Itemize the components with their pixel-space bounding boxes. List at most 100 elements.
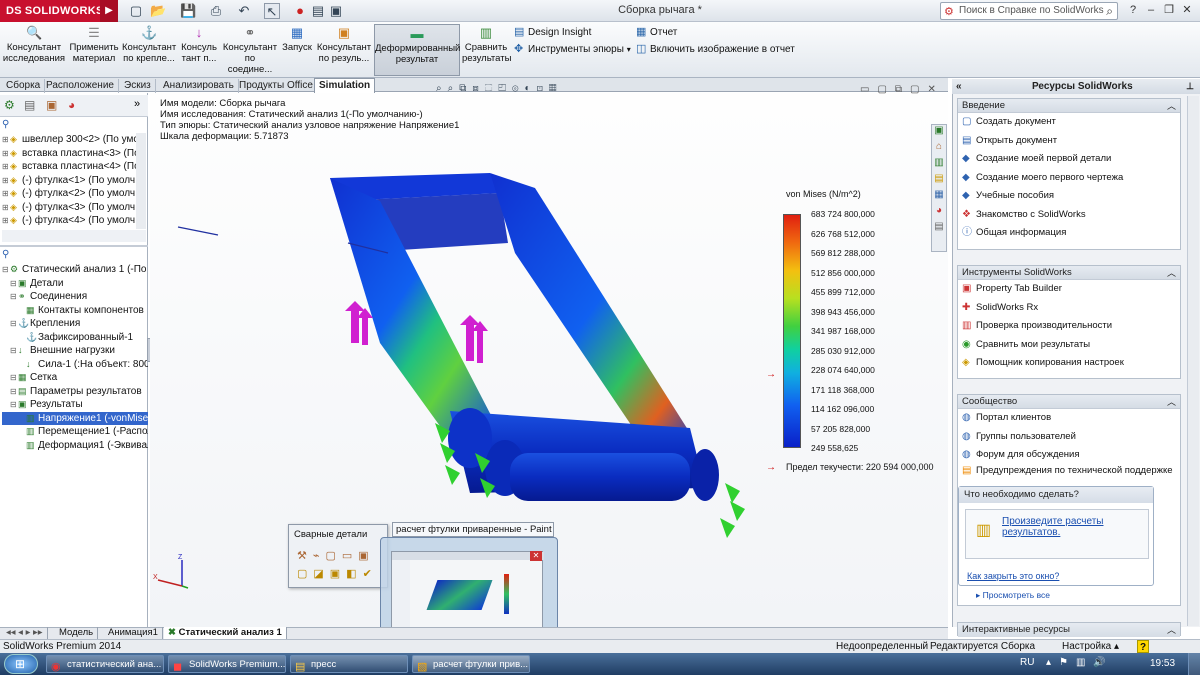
tab-animation[interactable]: Анимация1 [104, 627, 163, 639]
feature-tree-item[interactable]: ⊞◈ швеллер 300<2> (По умс [2, 133, 136, 147]
solidworks-rx-link[interactable]: ✚ SolidWorks Rx [958, 299, 1180, 318]
scroll-tabs-icon[interactable]: ◂◂ ◂ ▸ ▸▸ [2, 627, 48, 639]
tab-sketch[interactable]: Эскиз [120, 79, 156, 93]
tab-evaluate[interactable]: Анализировать [159, 79, 239, 93]
plot-tools-button[interactable]: ✥ Инструменты эпюры ▾ [514, 42, 631, 57]
weldment-tools[interactable]: ⚒⌁▢▭▣ [297, 549, 375, 562]
menu-arrow-icon[interactable]: ▶ [100, 0, 118, 22]
property-tab-builder-link[interactable]: ▣ Property Tab Builder [958, 280, 1180, 299]
expand-icon[interactable]: ⊟ [10, 277, 18, 291]
study-tree-item[interactable]: ⊟⚓Крепления [2, 317, 148, 331]
feature-tree-icon[interactable]: ⚙ [4, 98, 15, 112]
study-tree-item[interactable]: ▥ Напряжение1 (-vonMises [2, 411, 148, 425]
tree-scrollbar[interactable] [136, 133, 146, 229]
first-drawing-link[interactable]: ◆ Создание моего первого чертежа [958, 169, 1180, 188]
tab-simulation[interactable]: Simulation [314, 78, 376, 93]
study-tree-item[interactable]: ⊟▤ Параметры результатов [2, 385, 148, 399]
feature-tree-item[interactable]: ⊞◈ (-) фтулка<4> (По умолч [2, 214, 136, 228]
perform-calculations-link[interactable]: Произведите расчеты результатов. [1002, 516, 1142, 538]
support-alerts-link[interactable]: ▤ Предупреждения по технической поддержке… [958, 465, 1180, 479]
connections-advisor-button[interactable]: ⚭ Консультант по соедине... [222, 24, 278, 76]
taskbar-item-solidworks[interactable]: ◼ SolidWorks Premium... [168, 655, 286, 673]
feature-tree-item[interactable]: ⊞◈ (-) фтулка<1> (По умолч [2, 174, 136, 188]
tab-static-analysis[interactable]: ✖ Статический анализ 1 [164, 627, 287, 639]
expand-icon[interactable]: ⊞ [2, 160, 10, 174]
collapse-icon[interactable]: ︿ [1167, 266, 1176, 280]
feature-tree-item[interactable]: ⊞◈ (-) фтулка<2> (По умолч [2, 187, 136, 201]
home-tab-icon[interactable]: ⌂ [932, 141, 946, 157]
include-image-button[interactable]: ◫ Включить изображение в отчет [636, 42, 795, 57]
feature-tree-item[interactable]: ⊞◈ вставка пластина<4> (По [2, 160, 136, 174]
rebuild-icon[interactable]: ● [292, 3, 308, 19]
open-icon[interactable]: 📂 [150, 3, 166, 19]
fixtures-advisor-button[interactable]: ⚓ Консультант по крепле... [122, 24, 176, 76]
expand-icon[interactable]: ⊞ [2, 187, 10, 201]
options-icon[interactable]: ▣ [328, 3, 344, 19]
tab-layout[interactable]: Расположение [42, 79, 119, 93]
expand-icon[interactable]: ⊟ [10, 344, 18, 358]
intro-to-solidworks-link[interactable]: ❖ Знакомство с SolidWorks [958, 206, 1180, 225]
expand-icon[interactable]: ⊞ [2, 133, 10, 147]
tray-icons[interactable]: ▴⚑▥🔊 [1046, 657, 1114, 668]
view-palette-tab-icon[interactable]: ▦ [932, 189, 946, 205]
study-tree-item[interactable]: ⊟▣ Результаты [2, 398, 148, 412]
tutorials-link[interactable]: ◆ Учебные пособия [958, 187, 1180, 206]
taskbar-item-browser[interactable]: ◉ статистический ана... [46, 655, 164, 673]
tab-model[interactable]: Модель [55, 627, 99, 639]
study-tree-item[interactable]: ⊟↓ Внешние нагрузки [2, 344, 148, 358]
expand-icon[interactable]: ⊟ [10, 371, 18, 385]
study-tree-item[interactable]: ⊟▣ Детали [2, 277, 148, 291]
taskbar-item-paint[interactable]: ▧ расчет фтулки прив... [412, 655, 530, 673]
file-explorer-tab-icon[interactable]: ▤ [932, 173, 946, 189]
expand-icon[interactable]: ⊞ [2, 174, 10, 188]
resources-tab-icon[interactable]: ▣ [932, 125, 946, 141]
report-button[interactable]: ▦ Отчет [636, 25, 677, 40]
feature-tree-item[interactable]: ⊞◈ вставка пластина<3> (По [2, 147, 136, 161]
customer-portal-link[interactable]: ◍ Портал клиентов [958, 409, 1180, 428]
user-groups-link[interactable]: ◍ Группы пользователей [958, 428, 1180, 447]
study-tree-item[interactable]: ↓Сила-1 (:На объект: 80000 [2, 358, 148, 372]
expand-icon[interactable]: ⊟ [10, 290, 18, 304]
tree-horizontal-scrollbar[interactable] [2, 230, 146, 242]
study-tree-item[interactable]: ⊟▦ Сетка [2, 371, 148, 385]
first-part-link[interactable]: ◆ Создание моей первой детали [958, 150, 1180, 169]
general-info-link[interactable]: ⓘ Общая информация [958, 224, 1180, 243]
collapse-icon[interactable]: ︿ [1167, 99, 1176, 113]
filter-icon[interactable]: ⚲ [2, 119, 18, 131]
thumbnail-close-icon[interactable]: ✕ [530, 551, 542, 561]
search-icon[interactable]: ⌕ [1106, 3, 1113, 19]
copy-settings-link[interactable]: ◈ Помощник копирования настроек [958, 354, 1180, 373]
compare-results-link[interactable]: ◉ Сравнить мои результаты [958, 336, 1180, 355]
help-status-icon[interactable]: ? [1137, 640, 1149, 653]
appearances-tab-icon[interactable]: ◕ [932, 205, 946, 221]
deformed-result-button[interactable]: ▬ Деформированный результат [374, 24, 460, 76]
expand-icon[interactable]: ⊟ [10, 398, 18, 412]
save-icon[interactable]: 💾 [180, 3, 196, 19]
browse-all-link[interactable]: ▸ Просмотреть все [976, 590, 1050, 601]
study-tree-item[interactable]: ⊟⚭ Соединения [2, 290, 148, 304]
expand-icon[interactable]: ⊞ [2, 214, 10, 228]
minimize-button[interactable]: – [1142, 3, 1160, 18]
configuration-icon[interactable]: ▣ [46, 98, 57, 112]
select-icon[interactable]: ↖ [264, 3, 280, 19]
collapse-pane-icon[interactable]: « [956, 79, 962, 94]
help-icon[interactable]: ? [1124, 3, 1142, 18]
restore-button[interactable]: ❐ [1160, 3, 1178, 18]
expand-icon[interactable]: ⊞ [2, 201, 10, 215]
loads-advisor-button[interactable]: ↓ Консуль тант п... [178, 24, 220, 76]
expand-icon[interactable]: » [134, 98, 140, 110]
language-indicator[interactable]: RU [1020, 657, 1034, 668]
print-icon[interactable]: ⎙ [208, 3, 224, 19]
feature-tree-item[interactable]: ⊞◈ (-) фтулка<3> (По умолч [2, 201, 136, 215]
customize-menu[interactable]: Настройка ▴ [1062, 640, 1119, 653]
open-document-link[interactable]: ▤ Открыть документ [958, 132, 1180, 151]
tab-assembly[interactable]: Сборка [2, 79, 46, 93]
taskbar-item-folder[interactable]: ▤ пресс [290, 655, 408, 673]
run-button[interactable]: ▦ Запуск [280, 24, 314, 76]
apply-material-button[interactable]: ☰ Применить материал [68, 24, 120, 76]
panel-divider[interactable] [0, 245, 148, 247]
help-search-input[interactable]: ⚙ Поиск в Справке по SolidWorks ⌕ [940, 2, 1118, 20]
undo-icon[interactable]: ↶ [236, 3, 252, 19]
start-button[interactable]: ⊞ [4, 654, 38, 674]
pin-icon[interactable]: ⊥ [1186, 79, 1194, 94]
